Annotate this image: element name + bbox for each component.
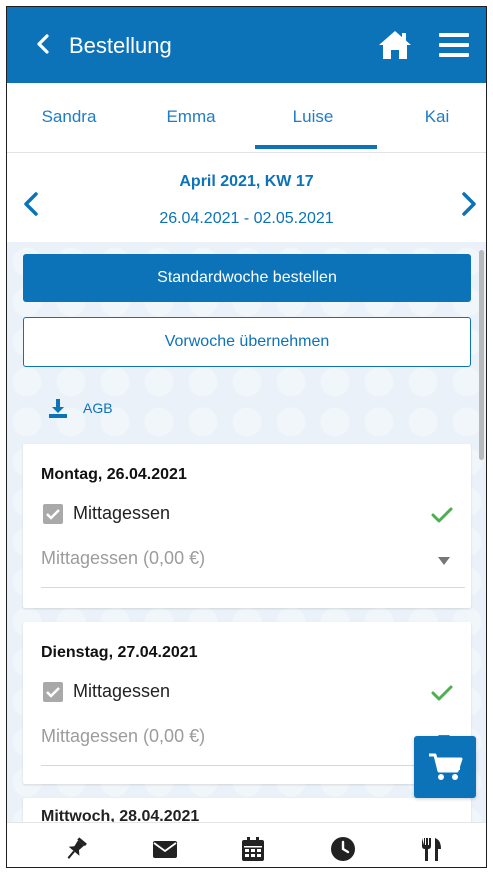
active-tab-indicator — [255, 145, 377, 149]
clock-icon[interactable] — [329, 835, 357, 863]
meal-select-value: Mittagessen (0,00 €) — [41, 548, 206, 568]
chevron-right-icon[interactable] — [459, 190, 479, 218]
chevron-left-icon[interactable] — [33, 33, 55, 55]
week-date-range: 26.04.2021 - 02.05.2021 — [159, 210, 334, 227]
checkmark-icon — [46, 509, 60, 520]
meal-label: Mittagessen — [73, 503, 171, 523]
meal-label: Mittagessen — [73, 681, 171, 701]
calendar-icon[interactable] — [239, 835, 267, 863]
mail-icon[interactable] — [151, 835, 179, 863]
meal-checkbox[interactable] — [43, 682, 63, 702]
day-card: Mittwoch, 28.04.2021 — [23, 798, 471, 822]
day-card: Dienstag, 27.04.2021 Mittagessen Mittage… — [23, 622, 471, 784]
tab-sandra[interactable]: Sandra — [27, 107, 111, 127]
checkmark-icon — [46, 687, 60, 698]
app-header: Bestellung — [7, 7, 486, 83]
meal-select[interactable]: Mittagessen (0,00 €) — [41, 540, 465, 588]
agb-download-link[interactable]: AGB — [47, 396, 113, 420]
meal-select[interactable]: Mittagessen (0,00 €) — [41, 718, 465, 766]
day-card: Montag, 26.04.2021 Mittagessen Mittagess… — [23, 444, 471, 608]
standard-week-order-button[interactable]: Standardwoche bestellen — [23, 254, 471, 302]
page-title: Bestellung — [69, 33, 172, 58]
confirmed-check-icon — [431, 685, 453, 701]
tab-kai[interactable]: Kai — [409, 107, 465, 127]
confirmed-check-icon — [431, 507, 453, 523]
cart-button[interactable] — [414, 736, 476, 798]
caret-down-icon — [438, 557, 450, 565]
copy-previous-week-button[interactable]: Vorwoche übernehmen — [23, 317, 471, 367]
cutlery-icon[interactable] — [417, 835, 445, 863]
hamburger-menu-icon[interactable] — [437, 31, 471, 59]
meal-select-value: Mittagessen (0,00 €) — [41, 726, 206, 746]
order-content[interactable]: Standardwoche bestellen Vorwoche überneh… — [7, 242, 486, 822]
day-date: Dienstag, 27.04.2021 — [41, 644, 198, 661]
day-date: Montag, 26.04.2021 — [41, 466, 187, 483]
scrollbar[interactable] — [479, 250, 484, 460]
agb-label: AGB — [83, 400, 113, 416]
tab-luise[interactable]: Luise — [271, 107, 355, 127]
child-tabs: Sandra Emma Luise Kai — [7, 83, 486, 153]
week-label: April 2021, KW 17 — [179, 173, 314, 190]
week-navigation: April 2021, KW 17 26.04.2021 - 02.05.202… — [7, 154, 486, 242]
app-frame: Bestellung Sandra Emma Luise Kai April 2… — [6, 6, 487, 868]
shopping-cart-icon — [429, 753, 463, 780]
download-icon — [49, 399, 67, 418]
home-icon[interactable] — [377, 29, 413, 61]
pin-icon[interactable] — [62, 835, 90, 863]
bottom-navigation — [7, 822, 486, 867]
day-date: Mittwoch, 28.04.2021 — [41, 808, 200, 822]
meal-checkbox[interactable] — [43, 504, 63, 524]
tab-emma[interactable]: Emma — [149, 107, 233, 127]
